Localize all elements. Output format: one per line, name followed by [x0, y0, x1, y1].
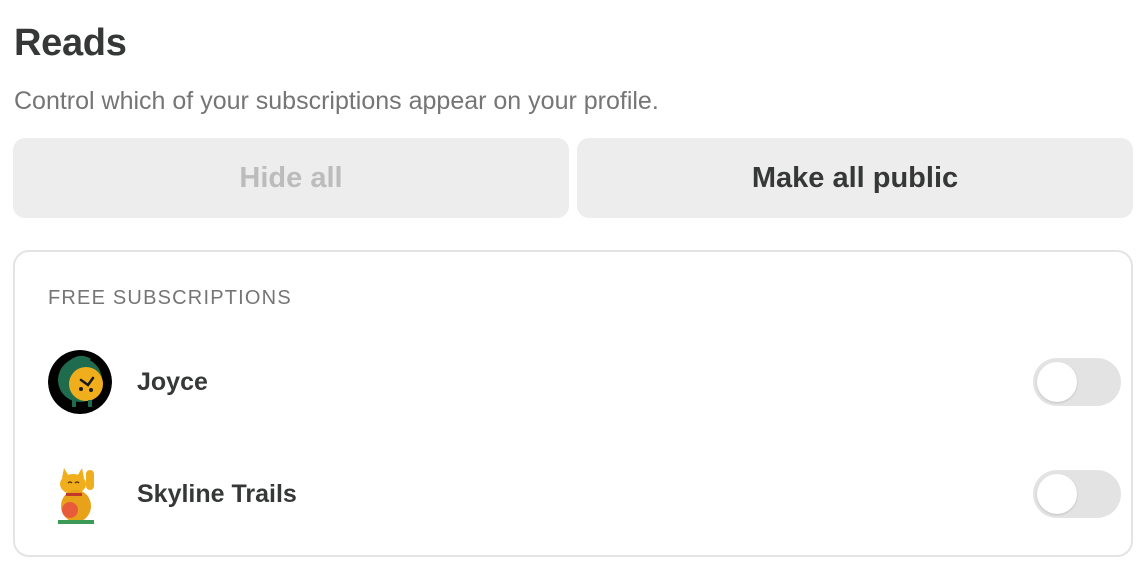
toggle-knob	[1037, 362, 1077, 402]
visibility-toggle-joyce[interactable]	[1033, 358, 1121, 406]
reads-settings-page: Reads Control which of your subscription…	[0, 0, 1148, 576]
subscription-name: Skyline Trails	[137, 479, 297, 508]
lucky-cat-avatar-icon	[48, 462, 112, 526]
make-all-public-button[interactable]: Make all public	[577, 138, 1133, 218]
section-label: FREE SUBSCRIPTIONS	[48, 287, 292, 309]
free-subscriptions-card: FREE SUBSCRIPTIONS Joyce Skyline Trails	[13, 250, 1133, 557]
page-subtitle: Control which of your subscriptions appe…	[14, 87, 659, 115]
toggle-knob	[1037, 474, 1077, 514]
hide-all-button[interactable]: Hide all	[13, 138, 569, 218]
visibility-toggle-skyline-trails[interactable]	[1033, 470, 1121, 518]
page-title: Reads	[14, 22, 127, 64]
subscription-name: Joyce	[137, 367, 208, 396]
alarm-clock-avatar-icon	[48, 350, 112, 414]
subscription-row-joyce: Joyce	[48, 349, 1121, 415]
subscription-row-skyline-trails: Skyline Trails	[48, 461, 1121, 527]
